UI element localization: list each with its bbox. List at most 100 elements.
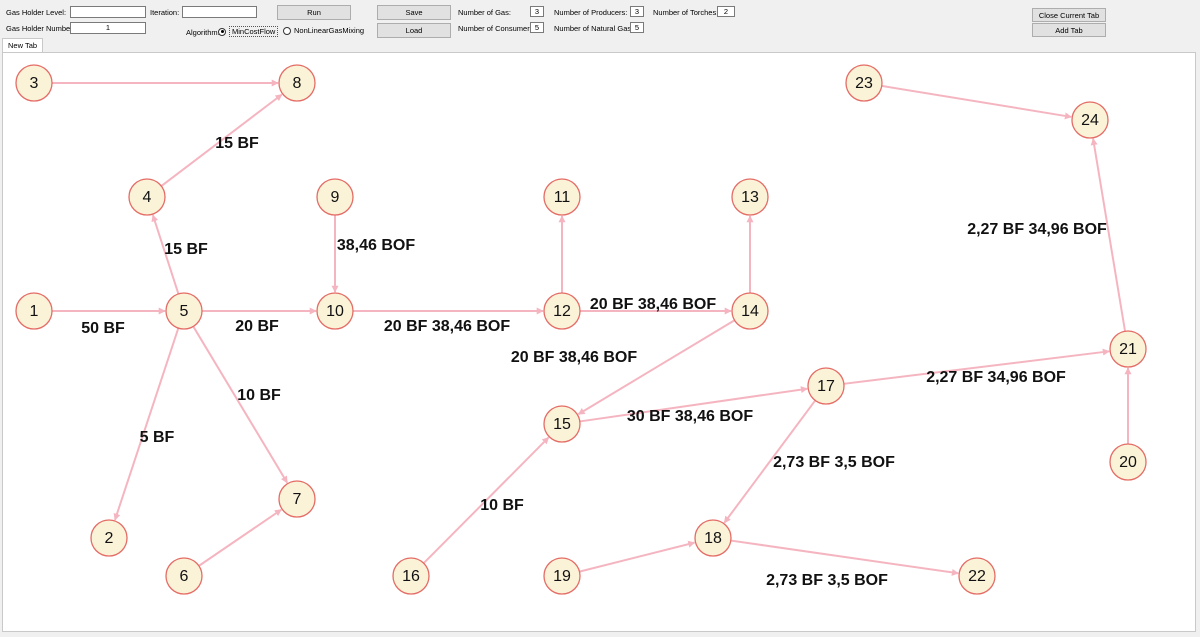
edge-label-12-14: 20 BF 38,46 BOF bbox=[590, 296, 717, 313]
edge-14-15 bbox=[577, 319, 736, 416]
number-of-consumers-value: 5 bbox=[530, 22, 544, 33]
node-16[interactable]: 16 bbox=[392, 557, 430, 595]
number-of-consumers-label: Number of Consumers: bbox=[458, 24, 536, 33]
node-label: 4 bbox=[143, 189, 152, 206]
radio-selected-icon bbox=[218, 27, 226, 36]
node-label: 15 bbox=[553, 416, 571, 433]
node-label: 8 bbox=[293, 75, 302, 92]
algorithm-label: Algorithm: bbox=[186, 28, 220, 37]
node-10[interactable]: 10 bbox=[316, 292, 354, 330]
number-of-producers-value: 3 bbox=[630, 6, 644, 17]
node-label: 23 bbox=[855, 75, 873, 92]
node-label: 10 bbox=[326, 303, 344, 320]
edge-label-5-7: 10 BF bbox=[237, 387, 281, 404]
number-of-torches-label: Number of Torches: bbox=[653, 8, 719, 17]
edge-label-1-5: 50 BF bbox=[81, 320, 125, 337]
node-12[interactable]: 12 bbox=[543, 292, 581, 330]
number-of-natural-gas-label: Number of Natural Gas: bbox=[554, 24, 634, 33]
number-of-producers-label: Number of Producers: bbox=[554, 8, 628, 17]
gas-holder-number-field[interactable]: 1 bbox=[70, 22, 146, 34]
edge-5-2 bbox=[113, 327, 180, 521]
node-24[interactable]: 24 bbox=[1071, 101, 1109, 139]
edge-label-17-21: 2,27 BF 34,96 BOF bbox=[926, 369, 1066, 386]
graph-canvas[interactable]: 15 BF 15 BF 50 BF 20 BF 38,46 BOF 20 BF 38,46… bbox=[2, 52, 1196, 632]
edge-label-17-18: 2,73 BF 3,5 BOF bbox=[773, 454, 895, 471]
edge-label-18-22: 2,73 BF 3,5 BOF bbox=[766, 572, 888, 589]
node-label: 12 bbox=[553, 303, 571, 320]
node-3[interactable]: 3 bbox=[15, 64, 53, 102]
node-label: 2 bbox=[105, 530, 114, 547]
algorithm-option-nonlineargasmixing[interactable]: NonLinearGasMixing bbox=[283, 26, 364, 35]
iteration-field[interactable] bbox=[182, 6, 257, 18]
node-9[interactable]: 9 bbox=[316, 178, 354, 216]
node-21[interactable]: 21 bbox=[1109, 330, 1147, 368]
node-label: 7 bbox=[293, 491, 302, 508]
edge-label-14-15: 20 BF 38,46 BOF bbox=[511, 349, 638, 366]
edge-label-10-12: 20 BF 38,46 BOF bbox=[384, 318, 511, 335]
node-17[interactable]: 17 bbox=[807, 367, 845, 405]
edge-label-4-8: 15 BF bbox=[215, 135, 259, 152]
edge-label-21-24: 2,27 BF 34,96 BOF bbox=[967, 221, 1107, 238]
node-label: 11 bbox=[554, 189, 571, 206]
edge-23-24 bbox=[881, 84, 1072, 120]
node-label: 13 bbox=[741, 189, 759, 206]
edge-18-22 bbox=[730, 539, 959, 576]
node-22[interactable]: 22 bbox=[958, 557, 996, 595]
node-label: 19 bbox=[553, 568, 571, 585]
node-label: 14 bbox=[741, 303, 759, 320]
edge-label-16-15: 10 BF bbox=[480, 497, 524, 514]
node-label: 1 bbox=[30, 303, 39, 320]
node-13[interactable]: 13 bbox=[731, 178, 769, 216]
node-14[interactable]: 14 bbox=[731, 292, 769, 330]
node-6[interactable]: 6 bbox=[165, 557, 203, 595]
node-11[interactable]: 11 bbox=[543, 178, 581, 216]
gas-holder-level-label: Gas Holder Level: bbox=[6, 8, 67, 17]
node-4[interactable]: 4 bbox=[128, 178, 166, 216]
radio-unselected-icon bbox=[283, 26, 291, 35]
node-label: 22 bbox=[968, 568, 986, 585]
node-label: 17 bbox=[817, 378, 835, 395]
close-current-tab-button[interactable]: Close Current Tab bbox=[1032, 8, 1106, 22]
node-label: 3 bbox=[30, 75, 39, 92]
edge-label-15-17: 30 BF 38,46 BOF bbox=[627, 408, 754, 425]
node-label: 24 bbox=[1081, 112, 1099, 129]
node-7[interactable]: 7 bbox=[278, 480, 316, 518]
node-23[interactable]: 23 bbox=[845, 64, 883, 102]
graph-svg: 15 BF15 BF50 BF 20 BF38,46 BOF20 BF 38,46… bbox=[15, 64, 1147, 595]
node-label: 9 bbox=[331, 189, 340, 206]
number-of-gas-value: 3 bbox=[530, 6, 544, 17]
node-20[interactable]: 20 bbox=[1109, 443, 1147, 481]
node-label: 16 bbox=[402, 568, 420, 585]
algorithm-option-label: NonLinearGasMixing bbox=[294, 26, 365, 35]
edge-label-5-2: 5 BF bbox=[140, 429, 175, 446]
gas-holder-number-label: Gas Holder Number: bbox=[6, 24, 75, 33]
node-label: 20 bbox=[1119, 454, 1137, 471]
node-19[interactable]: 19 bbox=[543, 557, 581, 595]
run-button[interactable]: Run bbox=[277, 5, 351, 20]
number-of-torches-value: 2 bbox=[717, 6, 735, 17]
node-15[interactable]: 15 bbox=[543, 405, 581, 443]
edge-label-9-10: 38,46 BOF bbox=[337, 237, 415, 254]
number-of-natural-gas-value: 5 bbox=[630, 22, 644, 33]
node-1[interactable]: 1 bbox=[15, 292, 53, 330]
number-of-gas-label: Number of Gas: bbox=[458, 8, 511, 17]
node-2[interactable]: 2 bbox=[90, 519, 128, 557]
tab-new-tab[interactable]: New Tab bbox=[2, 38, 44, 53]
load-button[interactable]: Load bbox=[377, 23, 451, 38]
node-18[interactable]: 18 bbox=[694, 519, 732, 557]
edge-19-18 bbox=[579, 540, 696, 573]
node-5[interactable]: 5 bbox=[165, 292, 203, 330]
node-label: 18 bbox=[704, 530, 722, 547]
edge-6-7 bbox=[198, 508, 282, 567]
node-label: 5 bbox=[180, 303, 189, 320]
edge-5-7 bbox=[192, 325, 289, 484]
node-8[interactable]: 8 bbox=[278, 64, 316, 102]
algorithm-option-label: MinCostFlow bbox=[229, 26, 279, 37]
add-tab-button[interactable]: Add Tab bbox=[1032, 23, 1106, 37]
gas-holder-level-field[interactable] bbox=[70, 6, 146, 18]
save-button[interactable]: Save bbox=[377, 5, 451, 20]
algorithm-option-mincostflow[interactable]: MinCostFlow bbox=[218, 26, 279, 37]
node-label: 6 bbox=[180, 568, 189, 585]
iteration-label: Iteration: bbox=[150, 8, 180, 17]
edge-label-5-10: 20 BF bbox=[235, 318, 279, 335]
